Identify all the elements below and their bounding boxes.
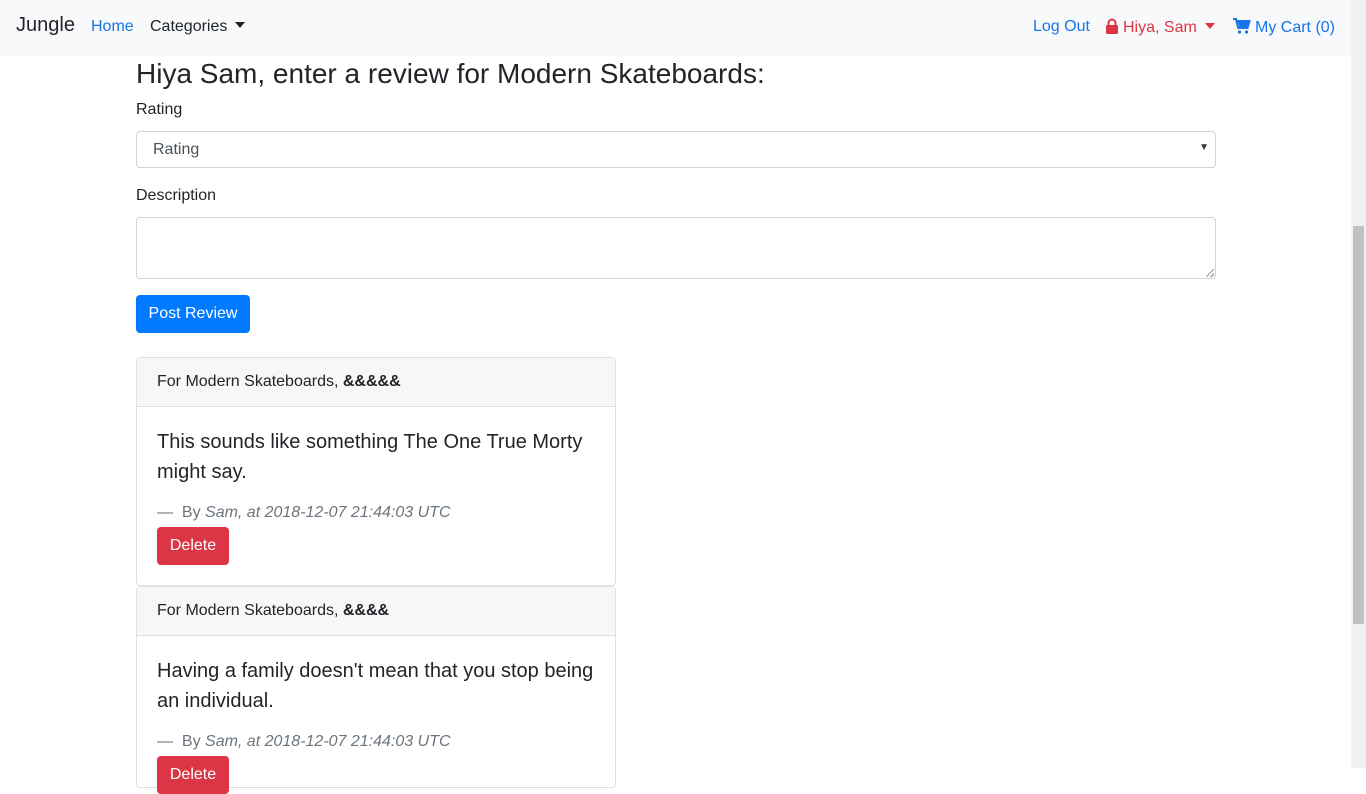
brand-logo[interactable]: Jungle — [16, 14, 75, 37]
byline-by: By — [181, 733, 201, 750]
nav-user-dropdown[interactable]: Hiya, Sam — [1105, 18, 1215, 39]
nav-home-link[interactable]: Home — [91, 18, 134, 36]
byline-dash: — — [157, 733, 173, 750]
top-navbar: Jungle Home Categories Log Out Hiya, Sam… — [0, 0, 1351, 56]
description-label: Description — [136, 187, 217, 204]
post-review-button[interactable]: Post Review — [136, 295, 250, 333]
review-product: For Modern Skateboards, — [157, 373, 339, 390]
byline-meta: Sam, at 2018-12-07 21:44:03 UTC — [205, 733, 451, 750]
resize-handle-icon[interactable] — [1206, 269, 1214, 277]
cart-icon — [1233, 18, 1251, 39]
chevron-down-icon — [1204, 23, 1215, 29]
review-rating-stars: &&&&& — [342, 373, 401, 390]
review-text: This sounds like something The One True … — [157, 431, 583, 483]
review-byline: — By Sam, at 2018-12-07 21:44:03 UTC — [157, 733, 451, 751]
chevron-down-icon — [235, 22, 246, 28]
review-text: Having a family doesn't mean that you st… — [157, 660, 594, 712]
nav-user-label: Hiya, Sam — [1123, 19, 1197, 36]
delete-review-button[interactable]: Delete — [157, 527, 229, 565]
rating-select[interactable]: Rating ▼ — [136, 131, 1216, 168]
review-card: For Modern Skateboards, &&&&& This sound… — [136, 357, 616, 586]
review-card-header: For Modern Skateboards, &&&&& — [137, 358, 615, 407]
nav-categories-label: Categories — [150, 18, 228, 35]
review-rating-stars: &&&& — [342, 602, 390, 619]
review-byline: — By Sam, at 2018-12-07 21:44:03 UTC — [157, 504, 451, 522]
scrollbar-thumb[interactable] — [1353, 226, 1364, 624]
lock-icon — [1105, 18, 1119, 39]
byline-meta: Sam, at 2018-12-07 21:44:03 UTC — [205, 504, 451, 521]
review-card-header: For Modern Skateboards, &&&& — [137, 587, 615, 636]
review-card: For Modern Skateboards, &&&& Having a fa… — [136, 586, 616, 794]
review-product: For Modern Skateboards, — [157, 602, 339, 619]
description-textarea[interactable] — [136, 217, 1216, 279]
select-arrow-icon: ▼ — [1199, 142, 1209, 153]
nav-cart-label: My Cart (0) — [1255, 19, 1335, 36]
rating-label: Rating — [136, 101, 183, 118]
nav-logout-link[interactable]: Log Out — [1033, 18, 1090, 36]
review-form-heading: Hiya Sam, enter a review for Modern Skat… — [136, 58, 765, 89]
nav-cart-link[interactable]: My Cart (0) — [1233, 18, 1335, 39]
nav-categories-dropdown[interactable]: Categories — [150, 18, 246, 36]
rating-select-value: Rating — [153, 141, 200, 158]
delete-review-button[interactable]: Delete — [157, 756, 229, 794]
byline-dash: — — [157, 504, 173, 521]
byline-by: By — [181, 504, 201, 521]
